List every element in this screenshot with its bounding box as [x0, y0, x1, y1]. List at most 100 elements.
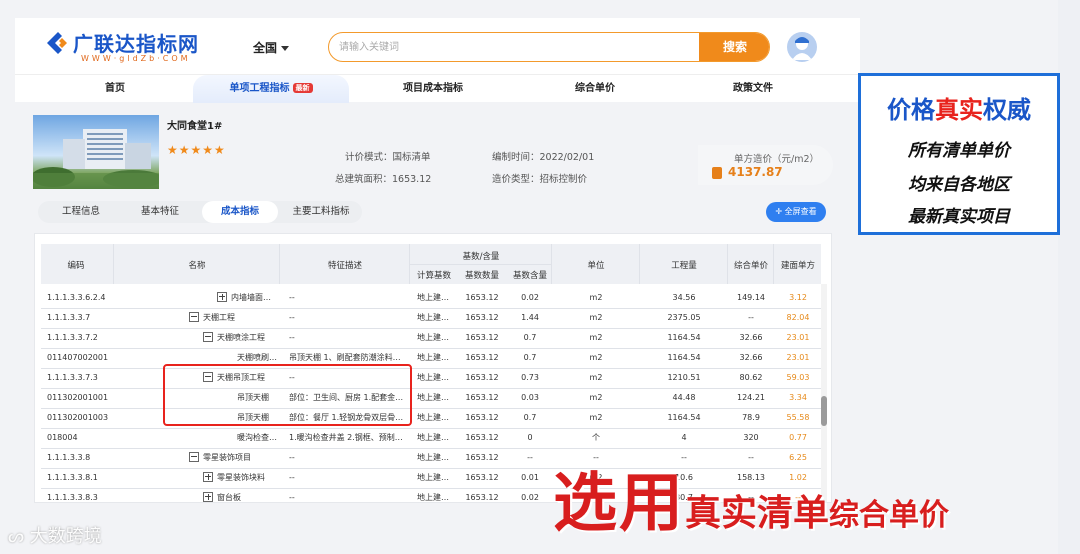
table-row[interactable]: 1.1.1.3.3.7 天棚工程 -- 地上建… 1653.12 1.44 m2… — [41, 308, 821, 328]
cell-name: 天棚工程 — [189, 308, 279, 328]
table-row[interactable]: 018004 暖沟检查… 1.暖沟检查井盖 2.钢框、预制… 地上建… 1653… — [41, 428, 821, 448]
cell-base-qty: 1653.12 — [465, 393, 499, 402]
cell-base-content: 0.7 — [523, 413, 537, 422]
cell-quantity: 1164.54 — [667, 333, 701, 342]
cell-calc-base: 地上建… — [417, 293, 449, 302]
cell-base-qty: 1653.12 — [465, 453, 499, 462]
row-name-text: 天棚喷涂工程 — [217, 333, 265, 342]
cell-quantity: 1164.54 — [667, 413, 701, 422]
cell-base-content: 0.7 — [523, 353, 537, 362]
project-card: 大同食堂1# ★★★★★ 计价模式：国标清单 总建筑面积：1653.12 编制时… — [33, 113, 833, 193]
unit-cost-panel: 单方造价（元/m2） 4137.87 — [698, 145, 833, 185]
cell-calc-base: 地上建… — [417, 493, 449, 502]
cell-base-qty: 1653.12 — [465, 293, 499, 302]
tab-project-info[interactable]: 工程信息 — [44, 201, 118, 223]
project-thumbnail — [33, 115, 159, 189]
cell-unit-price: 32.66 — [739, 333, 763, 342]
nav-label: 单项工程指标 — [229, 83, 290, 94]
cell-code: 1.1.1.3.3.8.1 — [47, 473, 98, 482]
nav-unit-price[interactable]: 综合单价 — [555, 75, 635, 103]
caption-part-1: 选用 — [553, 467, 685, 541]
cell-base-content: -- — [527, 453, 533, 462]
table-row[interactable]: 1.1.1.3.3.7.2 天棚喷涂工程 -- 地上建… 1653.12 0.7… — [41, 328, 821, 348]
col-base-qty: 基数数量 — [464, 271, 499, 281]
table-row[interactable]: 1.1.1.3.3.6.2.4 内墙墙面… -- 地上建… 1653.12 0.… — [41, 288, 821, 308]
table-row[interactable]: 011407002001 天棚喷刷… 吊顶天棚 1、刷配套防潮涂料… 地上建… … — [41, 348, 821, 368]
nav-project-cost-index[interactable]: 项目成本指标 — [385, 75, 481, 103]
nav-single-project-index[interactable]: 单项工程指标 最新 — [193, 75, 349, 103]
unit-cost-label: 单方造价（元/m2） — [734, 154, 819, 165]
site-logo[interactable]: 广联达指标网 WWW·gldZb·COM — [45, 28, 215, 68]
cell-base-qty: 1653.12 — [465, 433, 499, 442]
collapse-icon[interactable] — [189, 451, 199, 462]
cell-feature: -- — [289, 473, 295, 482]
pricing-mode: 计价模式：国标清单 — [345, 152, 431, 163]
cell-base-content: 0.73 — [521, 373, 539, 382]
cell-calc-base: 地上建… — [417, 453, 449, 462]
cell-name: 暖沟检查… — [237, 433, 277, 442]
cell-area-price: 59.03 — [786, 373, 810, 382]
cell-code: 011302001003 — [47, 413, 109, 422]
collapse-icon[interactable] — [203, 331, 213, 342]
expand-icon[interactable] — [217, 291, 227, 302]
expand-icon[interactable] — [203, 491, 213, 502]
nav-home[interactable]: 首页 — [75, 75, 155, 103]
watermark-text: 大数跨境 — [29, 526, 102, 547]
table-header: 编码 名称 特征描述 基数/含量 计算基数 基数数量 基数含量 单位 工程量 综… — [41, 244, 821, 284]
expand-icon[interactable] — [203, 471, 213, 482]
tab-cost-index[interactable]: 成本指标 — [202, 201, 278, 223]
cell-unit: m2 — [589, 333, 603, 342]
cell-unit: m2 — [589, 293, 603, 302]
cell-calc-base: 地上建… — [417, 393, 449, 402]
header-divider — [773, 244, 774, 284]
cell-quantity: 34.56 — [672, 293, 696, 302]
cell-calc-base: 地上建… — [417, 373, 449, 382]
cell-base-qty: 1653.12 — [465, 353, 499, 362]
cell-feature: 1.暖沟检查井盖 2.钢框、预制… — [289, 433, 403, 442]
scrollbar-thumb[interactable] — [821, 396, 827, 426]
promo-panel: 价格真实权威 所有清单单价 均来自各地区 最新真实项目 — [858, 73, 1060, 235]
row-name-text: 零星装饰项目 — [203, 453, 251, 462]
cell-base-qty: 1653.12 — [465, 493, 499, 502]
cell-code: 011302001001 — [47, 393, 109, 402]
cell-area-price: 3.34 — [789, 393, 807, 402]
cell-feature: -- — [289, 453, 295, 462]
table-row[interactable]: 1.1.1.3.3.7.3 天棚吊顶工程 -- 地上建… 1653.12 0.7… — [41, 368, 821, 388]
fullscreen-view-button[interactable]: ✛ 全屏查看 — [766, 202, 826, 222]
table-row[interactable]: 011302001003 吊顶天棚 部位：餐厅 1.轻钢龙骨双层骨… 地上建… … — [41, 408, 821, 428]
cell-base-content: 0.02 — [521, 493, 539, 502]
cell-unit: m2 — [589, 373, 603, 382]
cell-base-content: 0.01 — [521, 473, 539, 482]
table-row[interactable]: 011302001001 吊顶天棚 部位：卫生间、厨房 1.配套金… 地上建… … — [41, 388, 821, 408]
cell-quantity: 4 — [681, 433, 687, 442]
cell-base-qty: 1653.12 — [465, 333, 499, 342]
user-avatar-icon[interactable] — [787, 32, 817, 62]
cell-code: 1.1.1.3.3.6.2.4 — [47, 293, 106, 302]
tab-material-index[interactable]: 主要工料指标 — [282, 201, 360, 223]
cell-feature: -- — [289, 493, 295, 502]
logo-text: 广联达指标网 — [73, 32, 199, 56]
cell-unit: m2 — [589, 313, 603, 322]
cell-code: 018004 — [47, 433, 78, 442]
cell-feature: -- — [289, 313, 295, 322]
cell-unit-price: 124.21 — [737, 393, 765, 402]
search-button[interactable]: 搜索 — [699, 33, 769, 61]
nav-policy-docs[interactable]: 政策文件 — [713, 75, 793, 103]
header-subdivider — [409, 264, 551, 265]
cell-base-content: 0.03 — [521, 393, 539, 402]
tab-basic-features[interactable]: 基本特征 — [122, 201, 198, 223]
collapse-icon[interactable] — [189, 311, 199, 322]
col-unit: 单位 — [587, 261, 605, 271]
cell-name: 零星装饰块料 — [203, 468, 283, 488]
cell-base-content: 1.44 — [521, 313, 539, 322]
region-select[interactable]: 全国 — [253, 39, 290, 56]
right-margin — [1058, 0, 1080, 554]
caption-part-3: 综合单价 — [829, 498, 950, 533]
row-name-text: 天棚工程 — [203, 313, 235, 322]
cell-base-content: 0.7 — [523, 333, 537, 342]
promo-title-part: 权威 — [983, 96, 1031, 124]
cell-name: 内墙墙面… — [217, 288, 287, 308]
search-input[interactable] — [329, 33, 714, 61]
cell-calc-base: 地上建… — [417, 433, 449, 442]
cell-quantity: 1164.54 — [667, 353, 701, 362]
